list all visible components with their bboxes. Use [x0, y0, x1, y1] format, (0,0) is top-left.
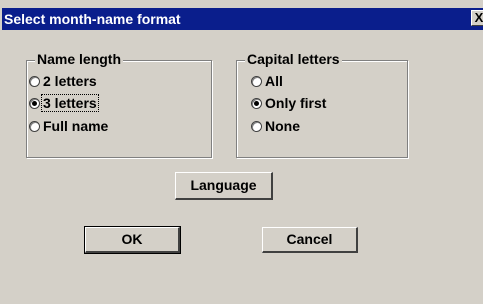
radio-button[interactable]: [251, 75, 262, 87]
radio-label: Only first: [265, 95, 327, 111]
close-icon: X: [474, 10, 483, 25]
radio-full-name[interactable]: Full name: [29, 117, 109, 135]
dialog-title: Select month-name format: [4, 11, 181, 27]
cancel-button[interactable]: Cancel: [262, 227, 358, 253]
capital-letters-label: Capital letters: [245, 51, 342, 67]
capital-letters-group: Capital letters All Only first None: [236, 51, 408, 158]
close-button[interactable]: X: [471, 10, 483, 26]
radio-button-selected[interactable]: [251, 97, 262, 109]
radio-2-letters[interactable]: 2 letters: [29, 72, 98, 90]
radio-button[interactable]: [29, 120, 40, 132]
radio-all[interactable]: All: [251, 72, 284, 90]
language-button[interactable]: Language: [175, 172, 273, 200]
ok-button[interactable]: OK: [84, 226, 181, 254]
radio-only-first[interactable]: Only first: [251, 94, 327, 112]
radio-label: All: [265, 73, 283, 89]
name-length-group: Name length 2 letters 3 letters Full nam…: [26, 51, 212, 158]
radio-button-selected[interactable]: [29, 97, 40, 109]
radio-label: 2 letters: [43, 73, 97, 89]
radio-button[interactable]: [251, 120, 262, 132]
radio-none[interactable]: None: [251, 117, 301, 135]
radio-label: 3 letters: [41, 94, 99, 112]
radio-label: None: [265, 118, 300, 134]
name-length-label: Name length: [35, 51, 124, 67]
radio-label: Full name: [43, 118, 109, 134]
radio-3-letters[interactable]: 3 letters: [29, 94, 99, 112]
title-bar: Select month-name format X: [2, 8, 483, 30]
month-format-dialog: Select month-name format X Name length 2…: [0, 0, 483, 304]
radio-button[interactable]: [29, 75, 40, 87]
